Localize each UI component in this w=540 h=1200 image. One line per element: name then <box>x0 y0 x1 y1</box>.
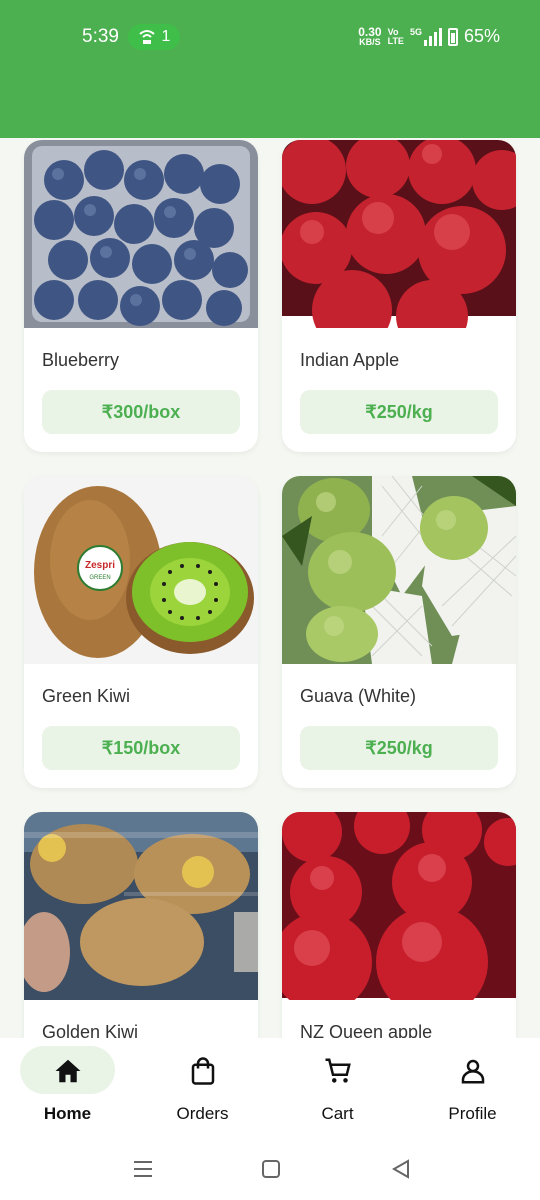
system-nav-bar <box>0 1138 540 1200</box>
menu-icon[interactable] <box>128 1154 158 1184</box>
home-square-icon[interactable] <box>256 1154 286 1184</box>
product-card-guava[interactable]: Guava (White) ₹250/kg <box>282 476 516 788</box>
price-button[interactable]: ₹300/box <box>42 390 240 434</box>
app-header: 5:39 1 0.30 KB/S Vo LTE 5G 65% <box>0 0 540 138</box>
product-card-golden-kiwi[interactable]: Golden Kiwi <box>24 812 258 1038</box>
status-time: 5:39 <box>82 26 119 47</box>
nav-home[interactable]: Home <box>0 1038 135 1138</box>
cart-icon <box>325 1058 351 1083</box>
blueberry-image <box>24 140 258 328</box>
product-name: Blueberry <box>42 350 120 370</box>
kiwi-image: Zespri GREEN <box>24 476 258 664</box>
battery-icon <box>447 27 458 46</box>
apple-image <box>282 140 516 328</box>
product-name: NZ Queen apple <box>300 1022 433 1038</box>
signal-icon: 5G <box>410 27 442 46</box>
product-card-green-kiwi[interactable]: Zespri GREEN Green Kiwi ₹150/box <box>24 476 258 788</box>
nav-profile[interactable]: Profile <box>405 1038 540 1138</box>
product-name: Indian Apple <box>300 350 400 370</box>
kiwi-brand-sublabel: GREEN <box>89 575 110 581</box>
home-icon <box>55 1059 80 1083</box>
nav-label-home: Home <box>43 1104 92 1123</box>
nz-apple-image <box>282 812 516 1000</box>
product-name: Golden Kiwi <box>42 1022 139 1038</box>
shopping-bag-icon <box>191 1057 214 1085</box>
product-card-blueberry[interactable]: Blueberry ₹300/box <box>24 140 258 452</box>
system-icons: 0.30 KB/S Vo LTE 5G 65% <box>358 26 500 47</box>
golden-kiwi-image <box>24 812 258 1000</box>
battery-percent: 65% <box>463 26 500 46</box>
nav-label-profile: Profile <box>448 1104 497 1123</box>
back-icon[interactable] <box>386 1154 416 1184</box>
nav-cart[interactable]: Cart <box>270 1038 405 1138</box>
network-speed: 0.30 KB/S <box>358 25 382 47</box>
status-bar: 5:39 1 0.30 KB/S Vo LTE 5G 65% <box>0 20 540 54</box>
hotspot-icon <box>138 30 155 44</box>
volte-indicator: Vo LTE <box>387 26 404 46</box>
price-button[interactable]: ₹250/kg <box>300 726 498 770</box>
hotspot-badge: 1 <box>128 24 180 50</box>
product-name: Green Kiwi <box>42 686 131 706</box>
guava-image <box>282 476 516 664</box>
product-card-nz-queen-apple[interactable]: NZ Queen apple <box>282 812 516 1038</box>
product-card-indian-apple[interactable]: Indian Apple ₹250/kg <box>282 140 516 452</box>
product-name: Guava (White) <box>300 686 417 706</box>
hotspot-count: 1 <box>161 28 171 45</box>
person-icon <box>461 1059 484 1084</box>
product-grid: Blueberry ₹300/box Indian Apple ₹250/kg … <box>0 138 540 1038</box>
bottom-nav: Home Orders Cart Profile <box>0 1038 540 1138</box>
nav-orders[interactable]: Orders <box>135 1038 270 1138</box>
nav-label-orders: Orders <box>176 1104 229 1123</box>
price-button[interactable]: ₹250/kg <box>300 390 498 434</box>
kiwi-brand-label: Zespri <box>85 560 115 571</box>
price-button[interactable]: ₹150/box <box>42 726 240 770</box>
nav-label-cart: Cart <box>321 1104 354 1123</box>
